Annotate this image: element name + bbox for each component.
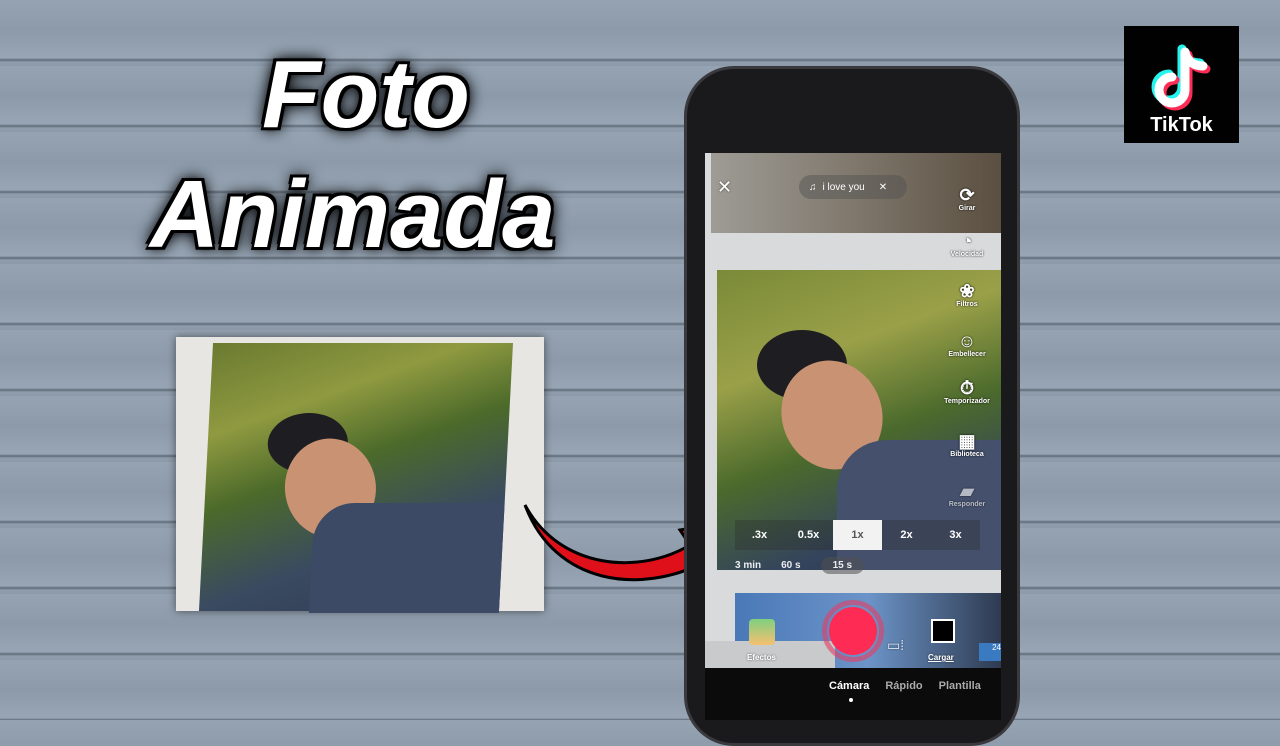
mode-tabs: Cámara Rápido Plantilla (829, 680, 981, 692)
tool-label: Biblioteca (950, 451, 984, 458)
speed-option-selected[interactable]: 1x (833, 520, 882, 550)
reply-icon: ▰ (960, 481, 974, 501)
mode-tab-rapido[interactable]: Rápido (885, 680, 922, 692)
headline-line1: Foto (262, 41, 470, 148)
speed-icon: ◔ (961, 231, 973, 251)
upload-label[interactable]: Cargar (928, 653, 954, 662)
layout-icon[interactable]: ▭⁞ (887, 637, 904, 654)
sound-pill[interactable]: ♫ i love you ✕ (799, 175, 907, 199)
tool-label: Embellecer (948, 351, 986, 358)
tiktok-note-icon (1151, 44, 1210, 111)
inbox-badge: 24 (992, 643, 1001, 652)
tool-label: Girar (958, 205, 976, 212)
duration-option[interactable]: 3 min (735, 560, 761, 574)
mode-tab-camara[interactable]: Cámara (829, 680, 869, 692)
music-note-icon: ♫ (809, 181, 817, 193)
tiktok-camera-screen: ✕ ♫ i love you ✕ ⟳ Girar ◔ Velocidad ❀ Filt… (705, 153, 1001, 720)
tool-embellecer[interactable]: ☺ Embellecer (937, 331, 997, 358)
speed-option[interactable]: .3x (735, 520, 784, 550)
mode-tab-plantilla[interactable]: Plantilla (939, 680, 981, 692)
mode-indicator (849, 698, 853, 702)
tool-temporizador[interactable]: ⏱ Temporizador (942, 378, 992, 405)
sound-label: i love you (822, 181, 865, 193)
speed-selector: .3x 0.5x 1x 2x 3x (735, 520, 980, 550)
tool-label: Velocidad (950, 251, 984, 258)
duration-option[interactable]: 60 s (781, 560, 800, 574)
tiktok-logo: TikTok (1124, 26, 1239, 143)
tool-filtros[interactable]: ❀ Filtros (937, 281, 997, 308)
flip-camera-icon: ⟳ (959, 185, 975, 205)
filters-icon: ❀ (959, 281, 975, 301)
close-icon[interactable]: ✕ (717, 177, 732, 198)
tool-velocidad[interactable]: ◔ Velocidad (937, 231, 997, 258)
tool-label: Responder (948, 501, 986, 508)
inbox-icon[interactable]: 24 (979, 643, 1001, 661)
tool-label: Filtros (956, 301, 978, 308)
beautify-icon: ☺ (957, 331, 977, 351)
tool-biblioteca[interactable]: ▦ Biblioteca (937, 431, 997, 458)
tool-responder[interactable]: ▰ Responder (937, 481, 997, 508)
duration-selector: 3 min 60 s 15 s (735, 557, 865, 574)
headline-line2: Animada (150, 161, 556, 268)
mode-bar (705, 668, 1001, 720)
speed-option[interactable]: 2x (882, 520, 931, 550)
record-button[interactable] (822, 600, 884, 662)
tool-label: Temporizador (944, 398, 990, 405)
speed-option[interactable]: 0.5x (784, 520, 833, 550)
speed-option[interactable]: 3x (931, 520, 980, 550)
timer-icon: ⏱ (959, 378, 975, 398)
film-icon: ▦ (958, 431, 976, 451)
effects-icon[interactable] (749, 619, 775, 645)
printed-photo (176, 337, 544, 613)
tiktok-wordmark: TikTok (1150, 114, 1213, 136)
duration-option-selected[interactable]: 15 s (820, 557, 865, 574)
remove-sound-icon[interactable]: ✕ (879, 182, 887, 193)
effects-label[interactable]: Efectos (747, 653, 776, 662)
tool-girar[interactable]: ⟳ Girar (937, 185, 997, 212)
upload-icon[interactable] (931, 619, 955, 643)
